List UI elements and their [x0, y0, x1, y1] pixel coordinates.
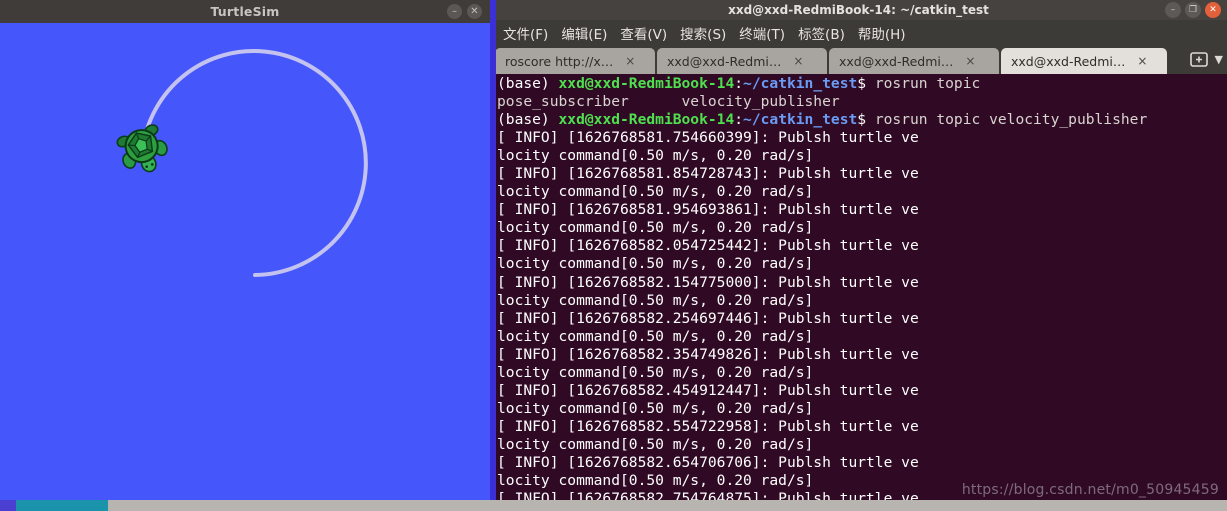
menu-item-tabs[interactable]: 标签(B)	[793, 21, 850, 45]
tab-label: roscore http://x…	[505, 53, 614, 69]
menu-item-view[interactable]: 查看(V)	[615, 21, 672, 45]
maximize-icon[interactable]: ❐	[1185, 2, 1201, 18]
menu-item-edit[interactable]: 编辑(E)	[556, 21, 612, 45]
turtlesim-titlebar[interactable]: TurtleSim – ✕	[0, 0, 490, 23]
tabbar-controls: ▼	[1189, 50, 1223, 68]
screen: TurtleSim – ✕ xxd@xxd-RedmiBook-14: ~/ca…	[0, 0, 1227, 511]
chevron-down-icon[interactable]: ▼	[1215, 53, 1223, 66]
menu-item-search[interactable]: 搜索(S)	[675, 21, 731, 45]
taskbar-item-active[interactable]	[16, 500, 108, 511]
terminal-titlebar[interactable]: xxd@xxd-RedmiBook-14: ~/catkin_test – ❐ …	[490, 0, 1227, 20]
close-icon[interactable]: ×	[1137, 55, 1147, 67]
terminal-window-controls: – ❐ ✕	[1165, 2, 1221, 18]
turtle-sprite	[116, 124, 168, 173]
minimize-icon[interactable]: –	[1165, 2, 1181, 18]
tab-label: xxd@xxd-Redmi…	[839, 53, 954, 69]
turtlesim-window: TurtleSim – ✕	[0, 0, 490, 511]
desktop-taskbar	[0, 500, 1227, 511]
close-icon[interactable]: ×	[625, 55, 635, 67]
tab-shell-4-active[interactable]: xxd@xxd-Redmi… ×	[1001, 48, 1167, 74]
turtlesim-canvas	[0, 23, 490, 511]
taskbar-launcher-button[interactable]	[0, 500, 16, 511]
turtlesim-window-controls: – ✕	[447, 4, 482, 19]
tab-roscore[interactable]: roscore http://x… ×	[495, 48, 655, 74]
terminal-body[interactable]: (base) xxd@xxd-RedmiBook-14:~/catkin_tes…	[490, 74, 1227, 511]
turtlesim-title: TurtleSim	[210, 4, 280, 19]
turtle-trail	[141, 49, 368, 277]
close-icon[interactable]: ✕	[1205, 2, 1221, 18]
tab-shell-3[interactable]: xxd@xxd-Redmi… ×	[829, 48, 999, 74]
terminal-window: xxd@xxd-RedmiBook-14: ~/catkin_test – ❐ …	[490, 0, 1227, 511]
new-tab-icon[interactable]	[1189, 50, 1209, 68]
terminal-tabbar: roscore http://x… × xxd@xxd-Redmi… × xxd…	[490, 45, 1227, 74]
tab-shell-2[interactable]: xxd@xxd-Redmi… ×	[657, 48, 827, 74]
close-icon[interactable]: ×	[793, 55, 803, 67]
tab-label: xxd@xxd-Redmi…	[667, 53, 782, 69]
minimize-icon[interactable]: –	[447, 4, 462, 19]
terminal-output: (base) xxd@xxd-RedmiBook-14:~/catkin_tes…	[497, 75, 1148, 511]
terminal-menubar: 文件(F) 编辑(E) 查看(V) 搜索(S) 终端(T) 标签(B) 帮助(H…	[490, 20, 1227, 45]
tab-label: xxd@xxd-Redmi…	[1011, 53, 1126, 69]
menu-item-help[interactable]: 帮助(H)	[853, 21, 911, 45]
close-icon[interactable]: ✕	[467, 4, 482, 19]
menu-item-file[interactable]: 文件(F)	[498, 21, 553, 45]
desktop-launcher-strip	[490, 0, 496, 511]
terminal-title: xxd@xxd-RedmiBook-14: ~/catkin_test	[728, 3, 989, 17]
menu-item-terminal[interactable]: 终端(T)	[734, 21, 790, 45]
close-icon[interactable]: ×	[965, 55, 975, 67]
